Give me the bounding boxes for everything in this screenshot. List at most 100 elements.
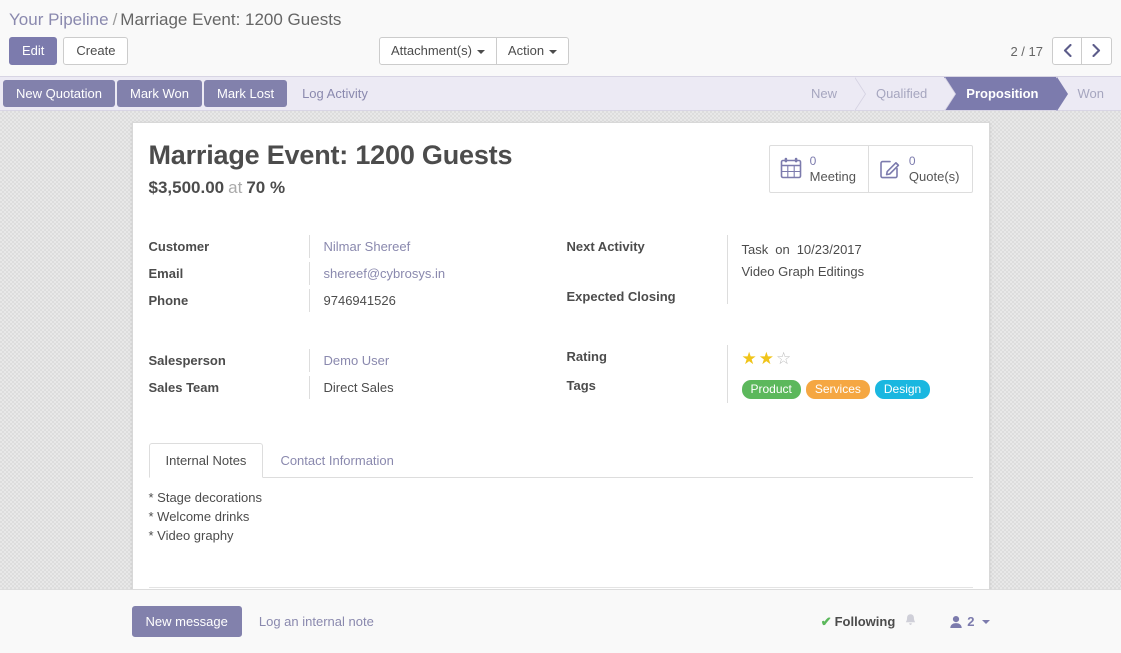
chevron-down-icon	[549, 49, 558, 54]
page-title: Marriage Event: 1200 Guests	[148, 140, 513, 170]
rating-stars[interactable]: ★★☆	[742, 349, 973, 370]
breadcrumb-root-link[interactable]: Your Pipeline	[9, 10, 109, 29]
field-row-expected-closing: Expected Closing	[567, 285, 973, 312]
next-activity-on: on	[775, 242, 790, 257]
edit-button[interactable]: Edit	[9, 37, 58, 65]
rating-field-group: Rating ★★☆ Tags Product Services Design	[567, 345, 973, 403]
phone-value: 9746941526	[308, 289, 561, 312]
pipeline-stages: New Qualified Proposition Won	[788, 76, 1121, 111]
pencil-square-icon	[879, 157, 901, 182]
log-internal-note-button[interactable]: Log an internal note	[259, 614, 374, 629]
stage-qualified[interactable]: Qualified	[853, 76, 957, 111]
check-icon: ✔	[820, 613, 832, 629]
meeting-stat-text: 0 Meeting	[810, 154, 856, 184]
star-filled-icon[interactable]: ★	[759, 349, 776, 368]
field-row-email: Email shereef@cybrosys.in	[149, 262, 561, 289]
new-quotation-button[interactable]: New Quotation	[3, 80, 115, 107]
tag-design[interactable]: Design	[874, 380, 931, 399]
contact-field-group: Customer Nilmar Shereef Email shereef@cy…	[149, 235, 561, 316]
note-line: * Stage decorations	[148, 490, 262, 505]
notebook: Internal Notes Contact Information * Sta…	[148, 443, 973, 588]
user-icon	[950, 615, 962, 628]
meeting-stat-button[interactable]: 0 Meeting	[770, 146, 868, 192]
chevron-down-icon	[476, 49, 485, 54]
stat-buttons: 0 Meeting 0 Quote(s)	[768, 145, 973, 193]
bell-icon[interactable]	[904, 613, 917, 630]
next-activity-summary: Video Graph Editings	[741, 264, 865, 279]
new-message-button[interactable]: New message	[131, 606, 242, 637]
tab-contact-information[interactable]: Contact Information	[263, 443, 410, 478]
quotes-count: 0	[908, 154, 916, 168]
tags-value: Product Services Design	[726, 374, 973, 403]
field-row-next-activity: Next Activity Task on 10/23/2017 Video Gra…	[567, 235, 973, 285]
sheet-header: Marriage Event: 1200 Guests $3,500.00 at 7…	[149, 139, 973, 199]
star-empty-icon[interactable]: ☆	[776, 349, 793, 368]
email-value: shereef@cybrosys.in	[308, 262, 561, 285]
meeting-count: 0	[809, 154, 817, 168]
salesperson-value: Demo User	[308, 349, 561, 372]
stage-won-label: Won	[1077, 86, 1105, 101]
field-row-rating: Rating ★★☆	[567, 345, 973, 374]
sales-team-value: Direct Sales	[308, 376, 561, 399]
breadcrumb-separator: /	[112, 10, 118, 29]
expected-closing-label: Expected Closing	[566, 289, 676, 304]
following-button[interactable]: ✔ Following	[821, 614, 896, 630]
following-label: Following	[834, 613, 896, 629]
chevron-left-icon	[1063, 43, 1072, 58]
log-activity-button[interactable]: Log Activity	[289, 77, 381, 110]
control-panel: Your Pipeline / Marriage Event: 1200 Guest…	[0, 0, 1121, 76]
followers-count-button[interactable]: 2	[949, 614, 990, 629]
sales-team-label: Sales Team	[148, 380, 220, 395]
salesperson-link[interactable]: Demo User	[324, 353, 390, 368]
internal-notes-content[interactable]: * Stage decorations * Welcome drinks * V…	[149, 478, 973, 545]
pager-next-button[interactable]	[1082, 37, 1112, 65]
follower-controls: ✔ Following 2	[821, 613, 990, 630]
quotes-stat-text: 0 Quote(s)	[909, 154, 960, 184]
field-column-right: Next Activity Task on 10/23/2017 Video Gra…	[561, 235, 973, 403]
customer-link[interactable]: Nilmar Shereef	[324, 239, 411, 254]
field-row-customer: Customer Nilmar Shereef	[149, 235, 561, 262]
tag-services[interactable]: Services	[805, 380, 870, 399]
stage-qualified-label: Qualified	[875, 86, 928, 101]
rating-label: Rating	[566, 349, 607, 364]
star-filled-icon[interactable]: ★	[742, 349, 759, 368]
field-row-sales-team: Sales Team Direct Sales	[149, 376, 561, 403]
stage-proposition-label: Proposition	[966, 86, 1039, 101]
mark-lost-button[interactable]: Mark Lost	[204, 80, 288, 107]
action-dropdown[interactable]: Action	[496, 37, 570, 65]
pager: 2 / 17	[1010, 37, 1112, 65]
activity-field-group: Next Activity Task on 10/23/2017 Video Gra…	[567, 235, 973, 312]
record-headline: Marriage Event: 1200 Guests $3,500.00 at 7…	[149, 139, 513, 199]
meeting-label: Meeting	[809, 169, 856, 184]
salesperson-label: Salesperson	[148, 353, 226, 368]
field-row-salesperson: Salesperson Demo User	[149, 349, 561, 376]
rating-value: ★★☆	[726, 345, 973, 374]
next-activity-date: 10/23/2017	[796, 242, 862, 257]
stage-new[interactable]: New	[788, 76, 866, 111]
email-label: Email	[148, 266, 184, 281]
note-line: * Video graphy	[148, 528, 234, 543]
attachments-dropdown[interactable]: Attachment(s)	[379, 37, 497, 65]
tab-internal-notes[interactable]: Internal Notes	[148, 443, 264, 478]
quotes-stat-button[interactable]: 0 Quote(s)	[867, 146, 972, 192]
breadcrumb-current: Marriage Event: 1200 Guests	[120, 10, 342, 29]
chatter-inner: New message Log an internal note ✔ Follow…	[131, 590, 990, 653]
action-label: Action	[507, 43, 545, 58]
tag-product[interactable]: Product	[741, 380, 801, 399]
customer-value: Nilmar Shereef	[308, 235, 561, 258]
chevron-down-icon	[981, 619, 990, 624]
next-activity-type: Task	[741, 242, 769, 257]
mark-won-button[interactable]: Mark Won	[117, 80, 202, 107]
email-link[interactable]: shereef@cybrosys.in	[324, 266, 446, 281]
stage-proposition[interactable]: Proposition	[944, 76, 1068, 111]
create-button[interactable]: Create	[63, 37, 129, 65]
next-activity-label: Next Activity	[566, 239, 645, 254]
attachments-label: Attachment(s)	[391, 43, 472, 58]
at-label: at	[228, 178, 243, 197]
field-row-phone: Phone 9746941526	[149, 289, 561, 316]
quotes-label: Quote(s)	[908, 169, 960, 184]
field-row-tags: Tags Product Services Design	[567, 374, 973, 403]
pager-previous-button[interactable]	[1052, 37, 1082, 65]
expected-revenue-row: $3,500.00 at 70 %	[149, 177, 513, 199]
form-background: Marriage Event: 1200 Guests $3,500.00 at 7…	[0, 111, 1121, 589]
